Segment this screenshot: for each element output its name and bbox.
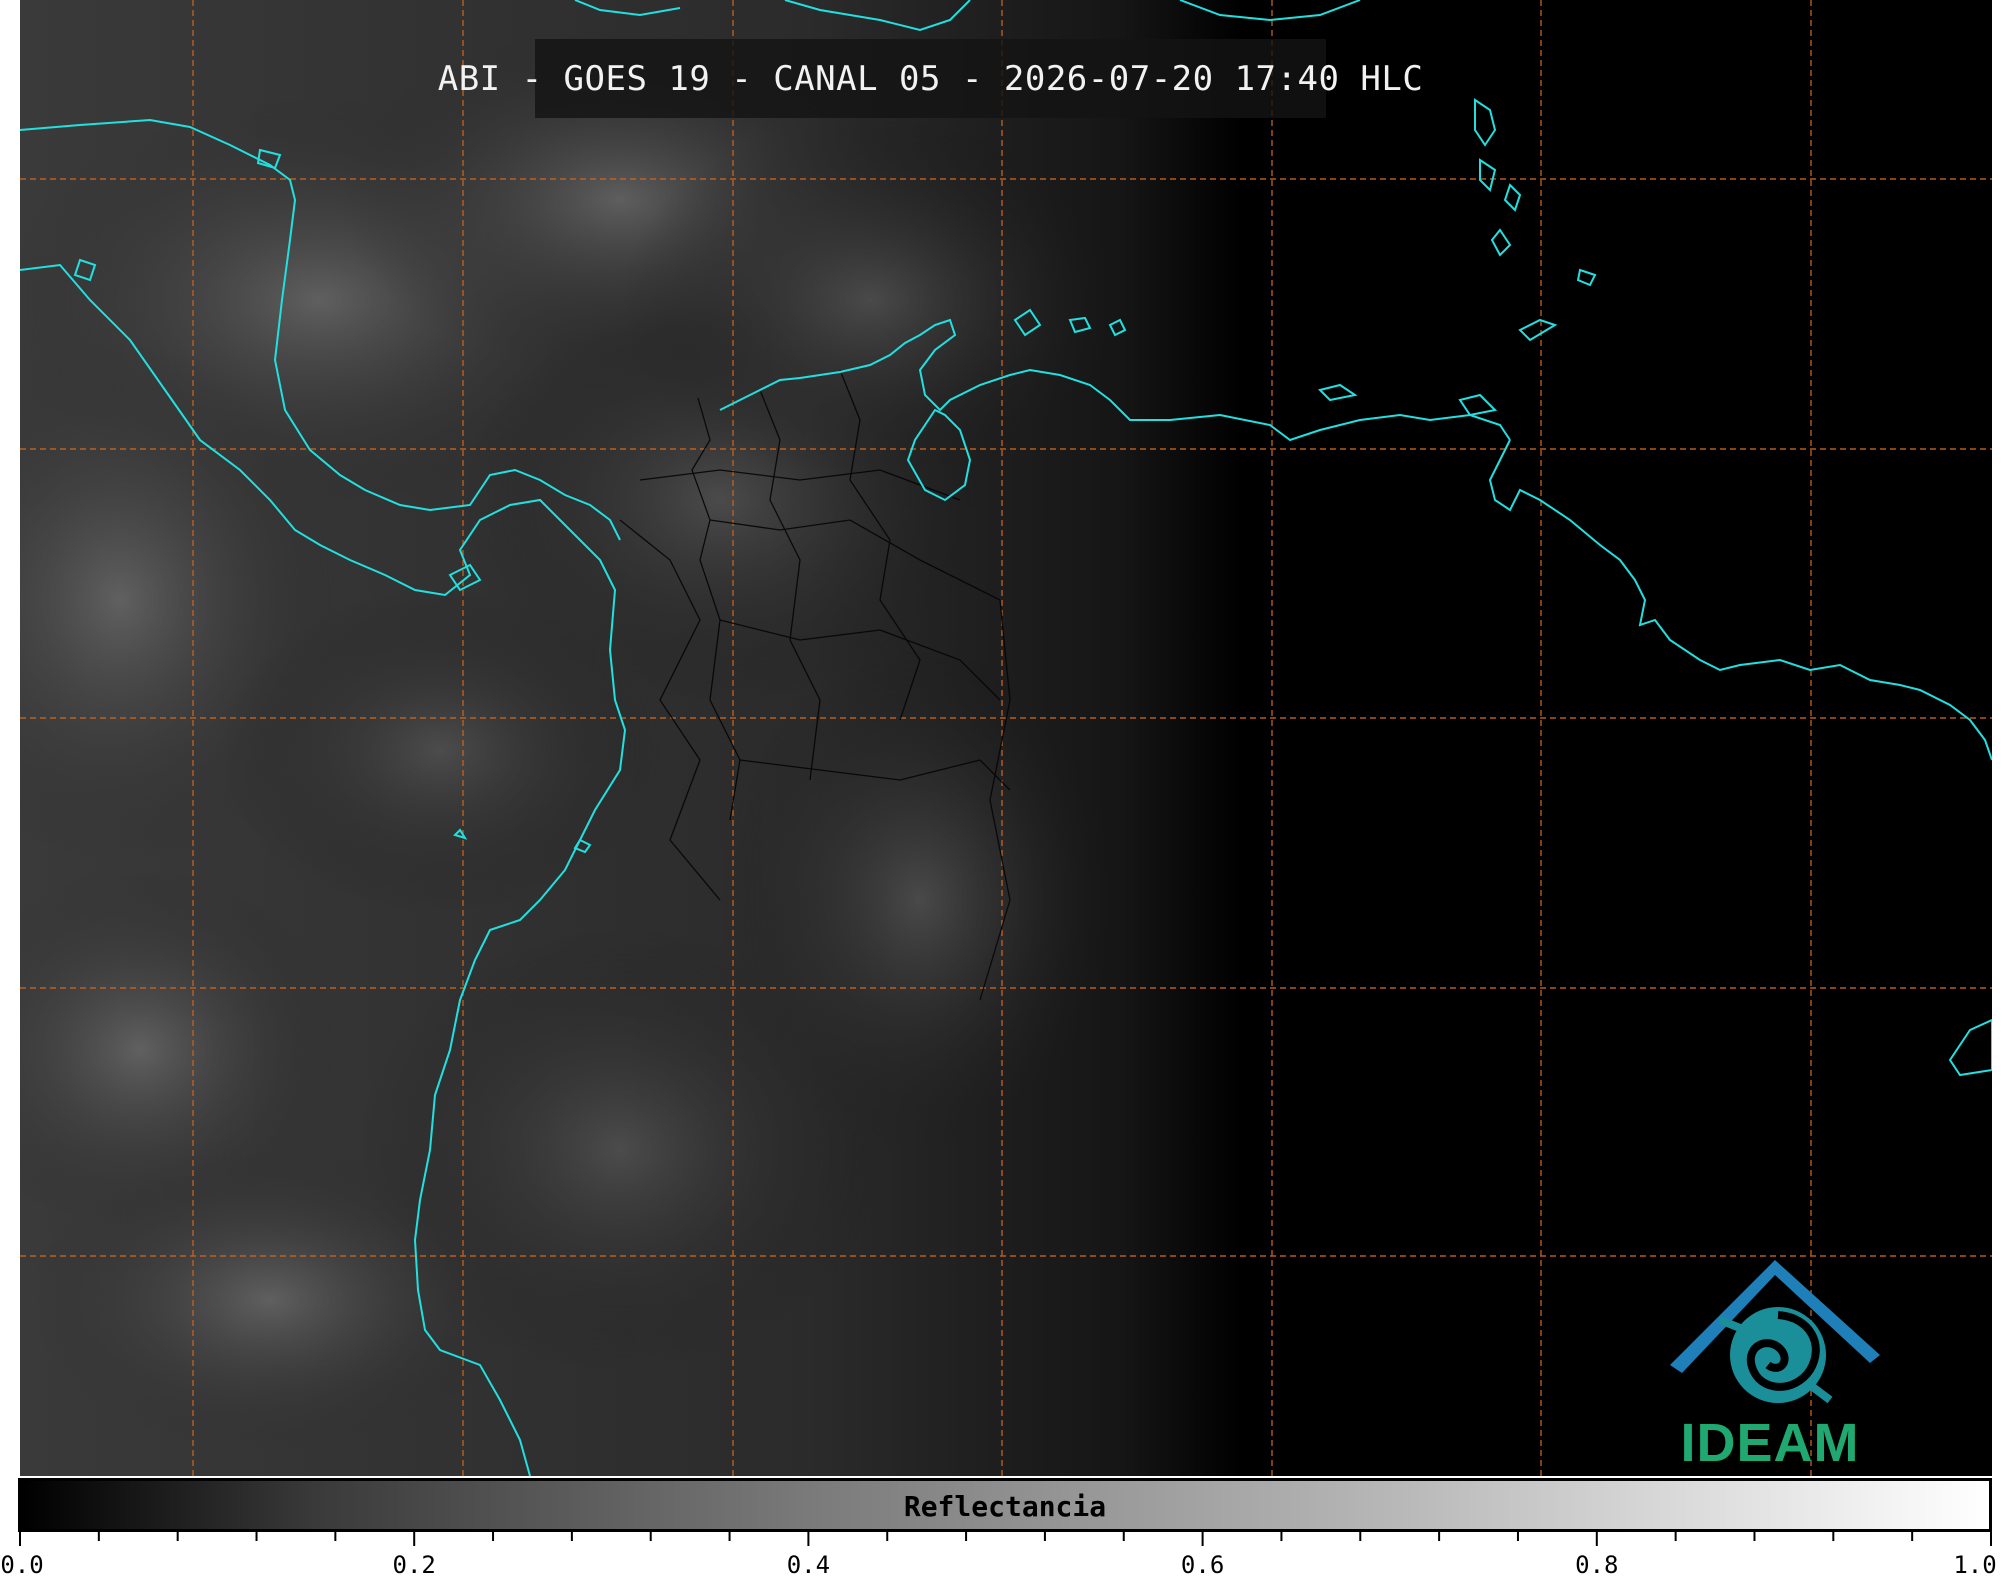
colorbar: Reflectancia — [18, 1478, 1992, 1532]
colorbar-tick-label: 0.6 — [1180, 1551, 1225, 1577]
ideam-logo: IDEAM — [1650, 1252, 1890, 1473]
colorbar-tick-label: 0.4 — [786, 1551, 831, 1577]
colorbar-tick-label: 0.2 — [392, 1551, 436, 1577]
colorbar-label: Reflectancia — [903, 1490, 1107, 1523]
colorbar-tick-label: 1.0 — [1953, 1551, 1997, 1577]
colorbar-tick-label: 0.0 — [0, 1551, 44, 1577]
satellite-map: ABI - GOES 19 - CANAL 05 - 2026-07-20 17… — [20, 0, 1992, 1476]
satellite-figure: ABI - GOES 19 - CANAL 05 - 2026-07-20 17… — [0, 0, 2011, 1577]
logo-text: IDEAM — [1680, 1413, 1860, 1473]
title-banner: ABI - GOES 19 - CANAL 05 - 2026-07-20 17… — [438, 39, 1423, 118]
colorbar-tick-label: 0.8 — [1575, 1551, 1619, 1577]
map-title: ABI - GOES 19 - CANAL 05 - 2026-07-20 17… — [437, 58, 1424, 99]
